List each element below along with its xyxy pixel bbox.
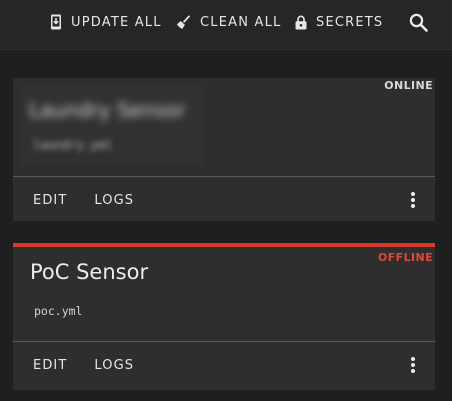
clean-all-button[interactable]: CLEAN ALL — [176, 0, 281, 44]
update-device-icon — [50, 14, 62, 30]
card-actions: EDIT LOGS — [13, 178, 435, 222]
secrets-button[interactable]: SECRETS — [295, 0, 383, 44]
search-button[interactable] — [409, 11, 428, 33]
lock-icon — [295, 15, 307, 30]
edit-button[interactable]: EDIT — [33, 193, 67, 208]
status-badge: ONLINE — [384, 79, 433, 92]
logs-button[interactable]: LOGS — [94, 193, 134, 208]
more-options-icon[interactable] — [405, 357, 421, 373]
broom-icon — [176, 14, 191, 30]
secrets-label: SECRETS — [316, 14, 384, 30]
clean-all-label: CLEAN ALL — [200, 14, 282, 30]
card-actions: EDIT LOGS — [13, 343, 435, 387]
update-all-button[interactable]: UPDATE ALL — [50, 0, 162, 44]
top-toolbar: UPDATE ALL CLEAN ALL SECRETS — [0, 0, 452, 50]
edit-button[interactable]: EDIT — [33, 358, 67, 373]
search-icon — [409, 13, 428, 32]
obscured-device-info: Laundry Sensor laundry.yml — [19, 84, 205, 166]
device-card: Laundry Sensor laundry.yml ONLINE EDIT L… — [13, 78, 435, 221]
status-badge: OFFLINE — [377, 251, 433, 264]
logs-button[interactable]: LOGS — [94, 358, 134, 373]
divider — [13, 341, 435, 342]
device-name: PoC Sensor — [30, 260, 149, 284]
update-all-label: UPDATE ALL — [71, 14, 162, 30]
device-file: laundry.yml — [33, 138, 113, 152]
device-name: Laundry Sensor — [29, 98, 186, 122]
more-options-icon[interactable] — [405, 192, 421, 208]
divider — [13, 176, 435, 177]
device-card: OFFLINE PoC Sensor poc.yml EDIT LOGS — [13, 243, 435, 390]
device-file: poc.yml — [34, 304, 83, 318]
